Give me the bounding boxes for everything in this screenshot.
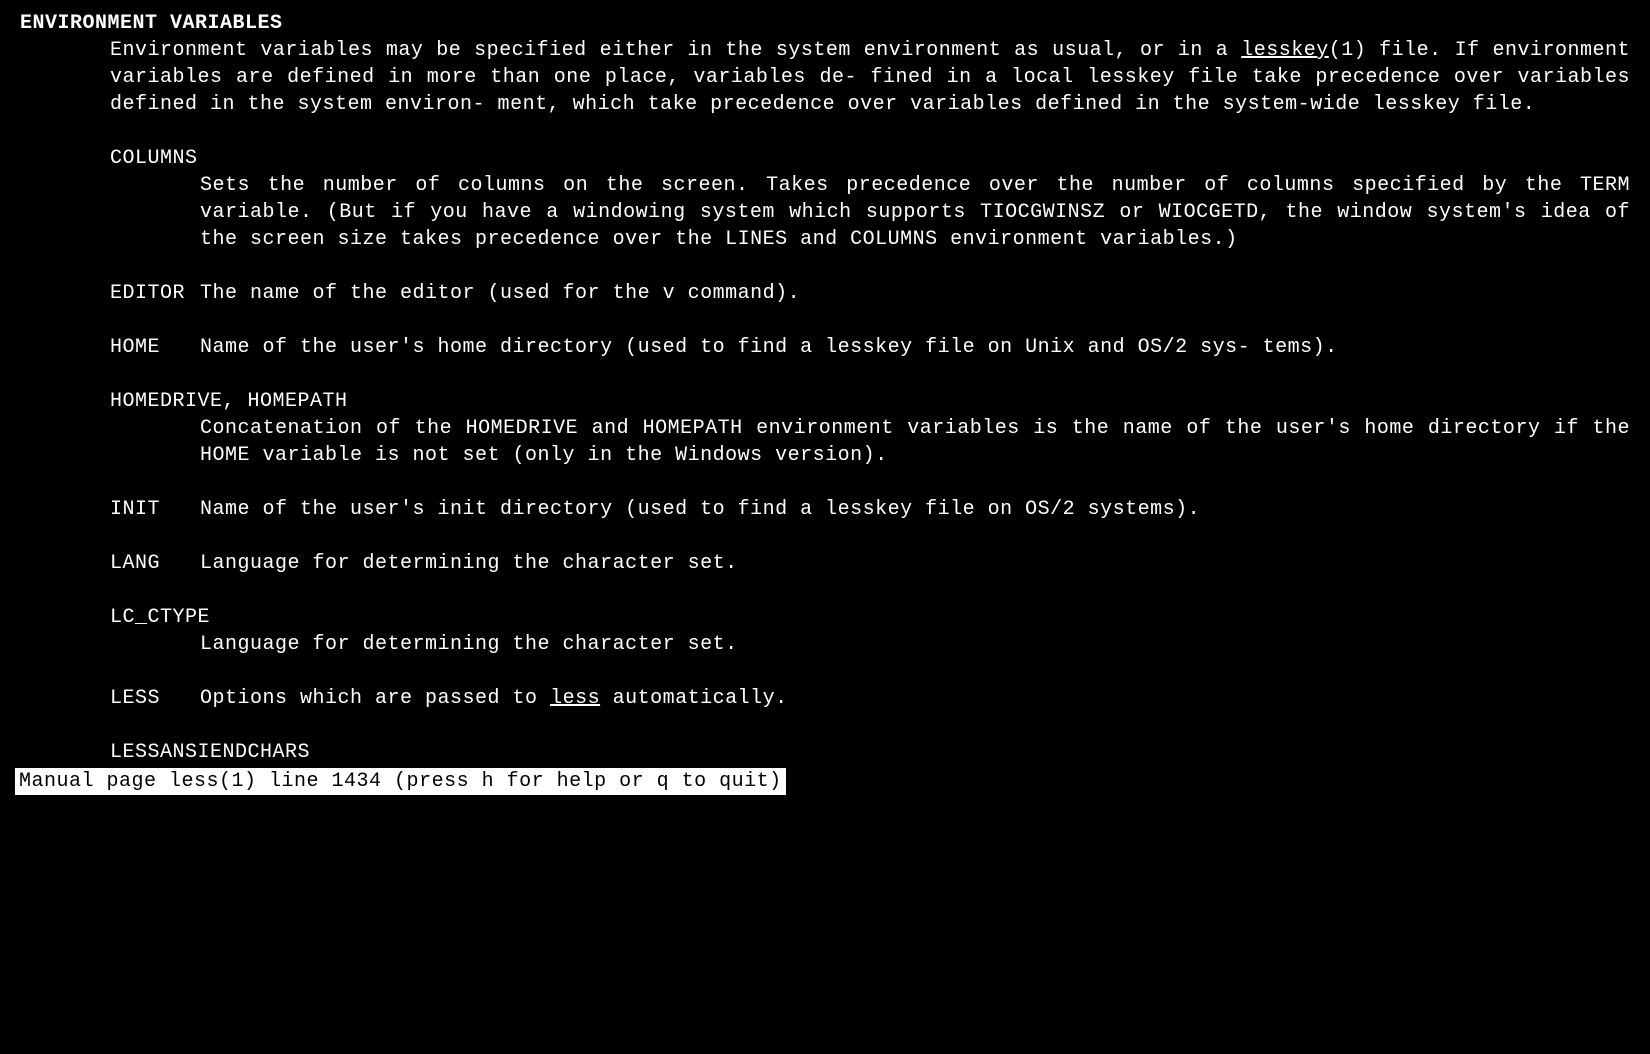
blank-line xyxy=(20,307,1630,334)
blank-line xyxy=(20,118,1630,145)
blank-line xyxy=(20,712,1630,739)
var-less-name: LESS xyxy=(110,685,200,712)
var-lc-ctype-desc: Language for determining the character s… xyxy=(200,631,1630,658)
var-columns-desc: Sets the number of columns on the screen… xyxy=(200,172,1630,253)
var-lang: LANG Language for determining the charac… xyxy=(110,550,1630,577)
blank-line xyxy=(20,523,1630,550)
var-editor: EDITOR The name of the editor (used for … xyxy=(110,280,1630,307)
section-header: ENVIRONMENT VARIABLES xyxy=(20,10,1630,37)
var-columns: COLUMNS Sets the number of columns on th… xyxy=(110,145,1630,253)
var-lessansiendchars-name: LESSANSIENDCHARS xyxy=(110,739,310,766)
var-lang-name: LANG xyxy=(110,550,200,577)
intro-text-1: Environment variables may be specified e… xyxy=(110,39,1241,62)
var-home-desc: Name of the user's home directory (used … xyxy=(200,334,1630,361)
var-less: LESS Options which are passed to less au… xyxy=(110,685,1630,712)
var-home: HOME Name of the user's home directory (… xyxy=(110,334,1630,361)
var-init-desc: Name of the user's init directory (used … xyxy=(200,496,1630,523)
blank-line xyxy=(20,577,1630,604)
var-less-desc: Options which are passed to less automat… xyxy=(200,685,1630,712)
var-editor-name: EDITOR xyxy=(110,280,200,307)
var-homedrive: HOMEDRIVE, HOMEPATH Concatenation of the… xyxy=(110,388,1630,469)
var-columns-name: COLUMNS xyxy=(110,145,198,172)
blank-line xyxy=(20,658,1630,685)
intro-paragraph: Environment variables may be specified e… xyxy=(110,37,1630,118)
var-lc-ctype-name: LC_CTYPE xyxy=(110,604,210,631)
var-lang-desc: Language for determining the character s… xyxy=(200,550,1630,577)
blank-line xyxy=(20,469,1630,496)
var-home-name: HOME xyxy=(110,334,200,361)
blank-line xyxy=(20,253,1630,280)
less-link: less xyxy=(550,687,600,710)
var-init-name: INIT xyxy=(110,496,200,523)
var-homedrive-name: HOMEDRIVE, HOMEPATH xyxy=(110,388,348,415)
var-editor-desc: The name of the editor (used for the v c… xyxy=(200,280,1630,307)
var-lessansiendchars: LESSANSIENDCHARS xyxy=(110,739,1630,766)
var-lc-ctype: LC_CTYPE Language for determining the ch… xyxy=(110,604,1630,658)
blank-line xyxy=(20,361,1630,388)
var-less-desc-post: automatically. xyxy=(600,687,788,710)
var-init: INIT Name of the user's init directory (… xyxy=(110,496,1630,523)
var-less-desc-pre: Options which are passed to xyxy=(200,687,550,710)
status-bar[interactable]: Manual page less(1) line 1434 (press h f… xyxy=(15,768,786,795)
lesskey-link: lesskey xyxy=(1241,39,1329,62)
intro-linknum: (1) xyxy=(1329,39,1367,62)
var-homedrive-desc: Concatenation of the HOMEDRIVE and HOMEP… xyxy=(200,415,1630,469)
